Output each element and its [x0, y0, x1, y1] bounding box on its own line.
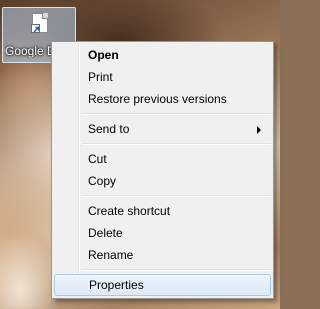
- menu-item-open[interactable]: Open: [54, 44, 271, 66]
- menu-item-create-shortcut[interactable]: Create shortcut: [54, 200, 271, 222]
- menu-item-print[interactable]: Print: [54, 66, 271, 88]
- menu-item-label: Send to: [88, 122, 130, 136]
- context-menu: Open Print Restore previous versions Sen…: [51, 41, 274, 299]
- menu-item-delete[interactable]: Delete: [54, 222, 271, 244]
- menu-item-restore-previous-versions[interactable]: Restore previous versions: [54, 88, 271, 110]
- menu-item-copy[interactable]: Copy: [54, 170, 271, 192]
- shortcut-arrow-icon: [31, 24, 40, 33]
- menu-separator: [82, 113, 271, 115]
- menu-item-rename[interactable]: Rename: [54, 244, 271, 266]
- menu-item-send-to[interactable]: Send to: [54, 118, 271, 140]
- menu-item-cut[interactable]: Cut: [54, 148, 271, 170]
- submenu-arrow-icon: [257, 126, 261, 134]
- menu-separator: [82, 269, 271, 271]
- menu-separator: [82, 143, 271, 145]
- menu-separator: [82, 195, 271, 197]
- menu-item-properties[interactable]: Properties: [54, 274, 271, 296]
